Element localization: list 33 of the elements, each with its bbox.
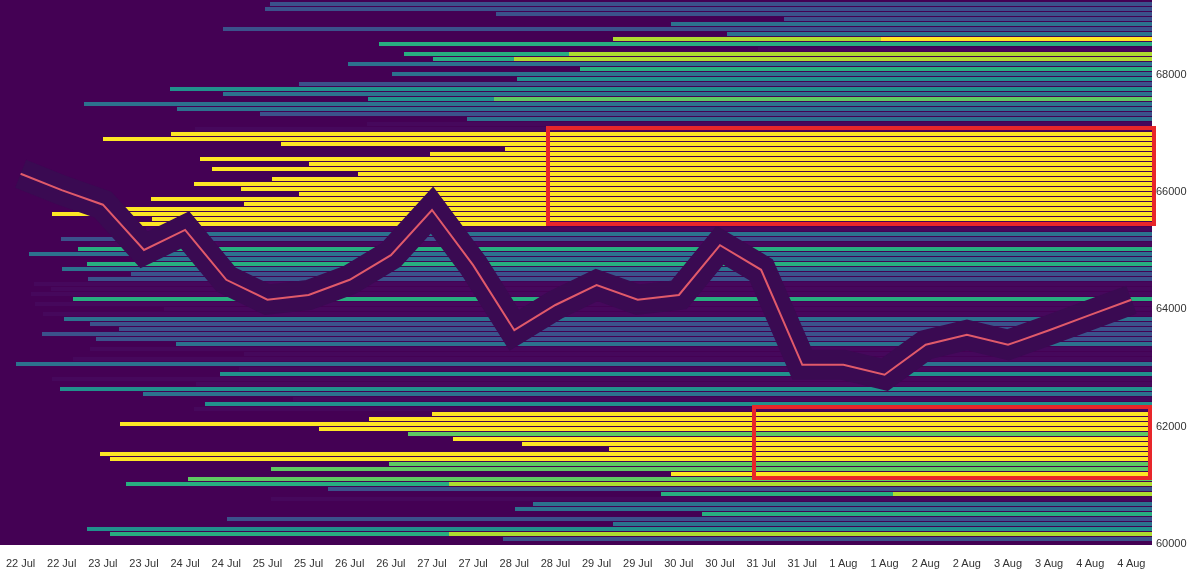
axis-label: 31 Jul	[787, 557, 817, 569]
axis-label: 66000	[1156, 185, 1187, 198]
axis-label: 25 Jul	[293, 557, 324, 569]
axis-label: 62000	[1156, 419, 1187, 432]
axis-label: 25 Jul	[252, 557, 283, 569]
axis-label: 22 Jul	[5, 557, 36, 569]
axis-label: 1 Aug	[870, 557, 899, 569]
axis-label: 60000	[1156, 537, 1187, 549]
axis-label: 30 Jul	[705, 557, 735, 569]
axis-label: 64000	[1156, 302, 1187, 315]
axis-label: 30 Jul	[664, 557, 694, 569]
axis-label: 2 Aug	[952, 557, 981, 569]
axis-label: 68000	[1156, 68, 1187, 80]
axis-label: 31 Jul	[746, 557, 776, 569]
axis-label: 24 Jul	[211, 557, 241, 569]
axis-label: 26 Jul	[335, 557, 365, 569]
axis-label: 23 Jul	[129, 557, 159, 569]
axis-label: 4 Aug	[1117, 557, 1146, 569]
axis-label: 27 Jul	[417, 557, 447, 569]
axis-label: 29 Jul	[623, 557, 653, 569]
axis-label: 29 Jul	[581, 557, 612, 569]
axis-label: 28 Jul	[499, 557, 529, 569]
axis-label: 3 Aug	[1035, 557, 1064, 569]
axis-label: 23 Jul	[88, 557, 118, 569]
axis-label: 27 Jul	[458, 557, 488, 569]
axis-label: 28 Jul	[540, 557, 571, 569]
axis-label: 24 Jul	[170, 557, 200, 569]
axis-label: 4 Aug	[1076, 557, 1105, 569]
axis-label: 2 Aug	[911, 557, 940, 569]
axis-label: 22 Jul	[47, 557, 77, 569]
axis-label: 3 Aug	[993, 557, 1023, 569]
axis-label: 1 Aug	[829, 557, 858, 569]
axis-label: 26 Jul	[376, 557, 406, 569]
